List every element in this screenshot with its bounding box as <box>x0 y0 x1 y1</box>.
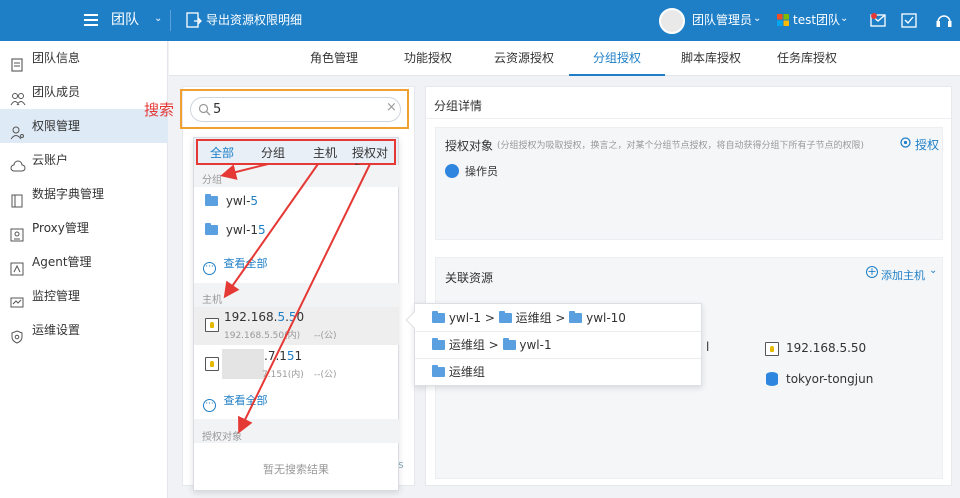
arrow <box>223 163 319 299</box>
arrow <box>220 163 269 180</box>
annotation-arrows <box>220 163 371 434</box>
arrow <box>238 163 371 434</box>
